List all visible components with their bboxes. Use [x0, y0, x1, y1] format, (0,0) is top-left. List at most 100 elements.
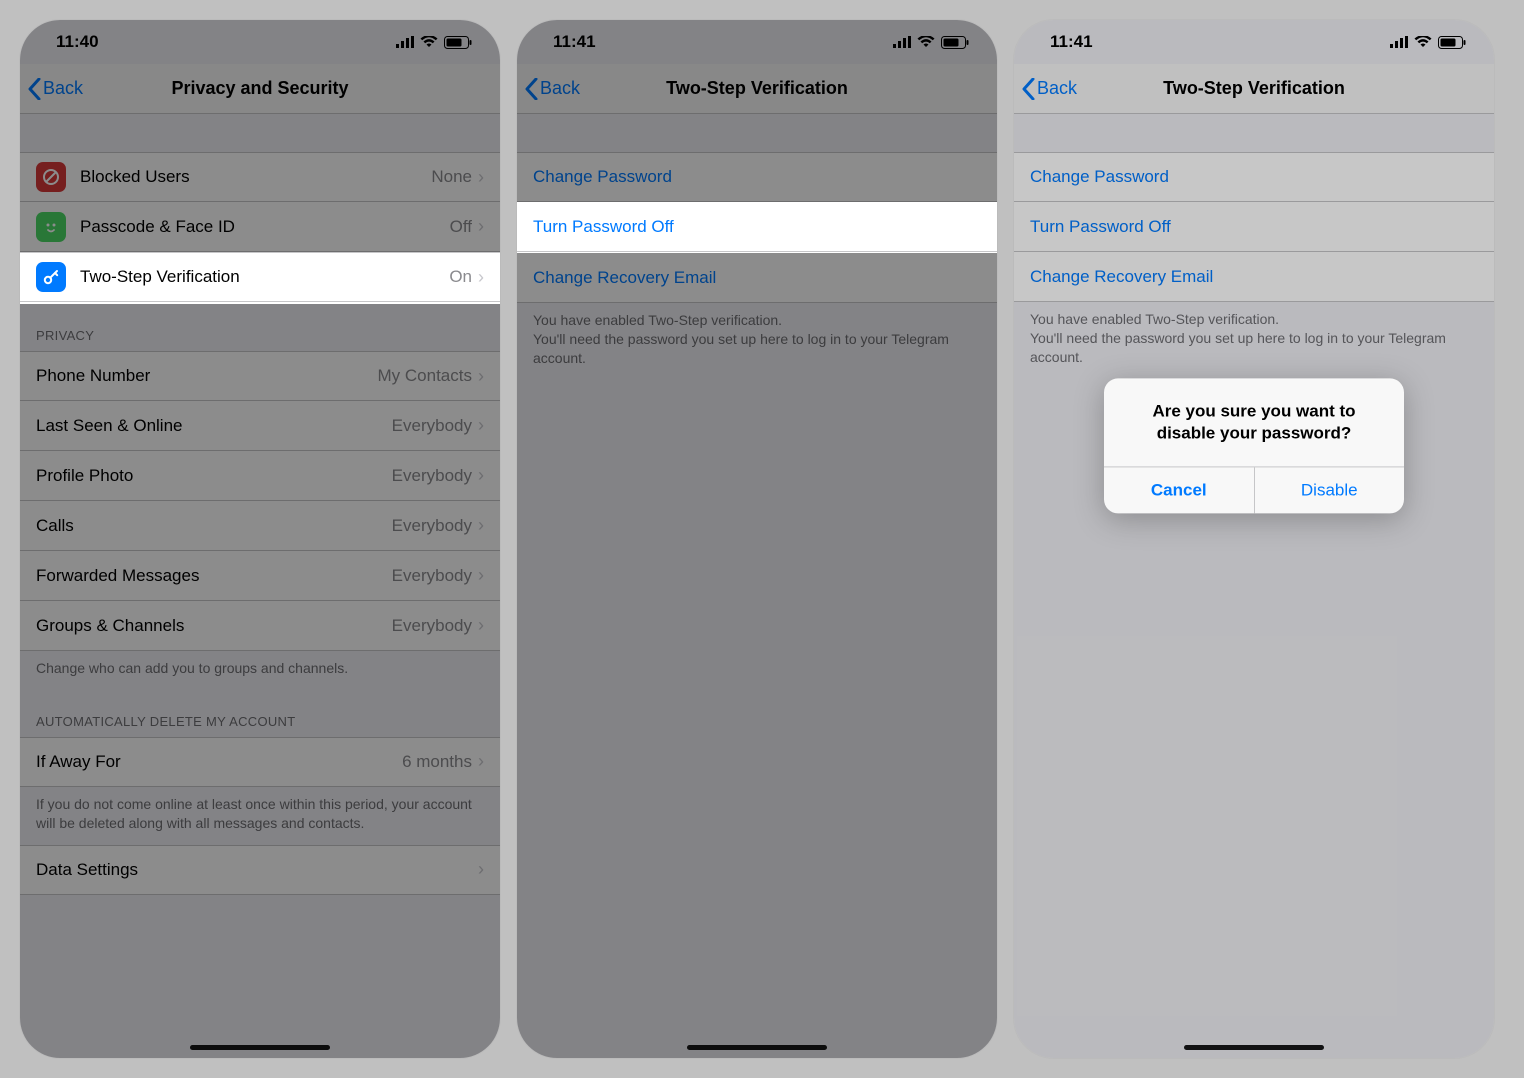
nav-bar: Back Two-Step Verification	[517, 64, 997, 114]
wifi-icon	[917, 36, 935, 48]
row-value: Everybody	[392, 416, 472, 436]
status-right	[396, 36, 472, 49]
row-label: Turn Password Off	[533, 217, 981, 237]
back-button[interactable]: Back	[525, 78, 580, 100]
row-label: Change Recovery Email	[1030, 267, 1478, 287]
row-label: Profile Photo	[36, 466, 392, 486]
back-button[interactable]: Back	[28, 78, 83, 100]
chevron-right-icon: ›	[478, 366, 484, 387]
row-data-settings[interactable]: Data Settings ›	[20, 845, 500, 895]
row-value: Everybody	[392, 616, 472, 636]
disable-button[interactable]: Disable	[1254, 467, 1405, 513]
chevron-right-icon: ›	[478, 415, 484, 436]
status-bar: 11:40	[20, 20, 500, 64]
home-indicator[interactable]	[190, 1045, 330, 1050]
row-value: Everybody	[392, 566, 472, 586]
content: Change Password Turn Password Off Change…	[1014, 114, 1494, 379]
row-label: Data Settings	[36, 860, 478, 880]
row-label: Last Seen & Online	[36, 416, 392, 436]
battery-icon	[444, 36, 472, 49]
page-title: Two-Step Verification	[1014, 78, 1494, 99]
chevron-right-icon: ›	[478, 267, 484, 288]
row-label: Passcode & Face ID	[80, 217, 450, 237]
chevron-right-icon: ›	[478, 515, 484, 536]
screen-privacy-security: 11:40 Back Privacy and Security Blocked …	[20, 20, 500, 1058]
row-value: Off	[450, 217, 472, 237]
row-label: Phone Number	[36, 366, 378, 386]
signal-icon	[1390, 36, 1408, 48]
confirm-disable-alert: Are you sure you want to disable your pa…	[1104, 378, 1404, 513]
nav-bar: Back Two-Step Verification	[1014, 64, 1494, 114]
chevron-left-icon	[525, 78, 538, 100]
privacy-footer: Change who can add you to groups and cha…	[20, 651, 500, 690]
chevron-right-icon: ›	[478, 565, 484, 586]
chevron-right-icon: ›	[478, 751, 484, 772]
screen-two-step-verification: 11:41 Back Two-Step Verification Change …	[517, 20, 997, 1058]
chevron-left-icon	[1022, 78, 1035, 100]
row-value: On	[449, 267, 472, 287]
row-if-away-for[interactable]: If Away For 6 months ›	[20, 737, 500, 787]
chevron-right-icon: ›	[478, 216, 484, 237]
row-change-recovery-email[interactable]: Change Recovery Email	[517, 253, 997, 303]
back-label: Back	[43, 78, 83, 99]
row-label: Turn Password Off	[1030, 217, 1478, 237]
signal-icon	[396, 36, 414, 48]
signal-icon	[893, 36, 911, 48]
status-time: 11:41	[553, 32, 596, 52]
wifi-icon	[420, 36, 438, 48]
row-blocked-users[interactable]: Blocked Users None ›	[20, 152, 500, 202]
blocked-icon	[36, 162, 66, 192]
home-indicator[interactable]	[687, 1045, 827, 1050]
row-groups-channels[interactable]: Groups & Channels Everybody ›	[20, 601, 500, 651]
row-turn-password-off[interactable]: Turn Password Off	[1014, 202, 1494, 252]
screen-two-step-alert: 11:41 Back Two-Step Verification Change …	[1014, 20, 1494, 1058]
row-change-recovery-email[interactable]: Change Recovery Email	[1014, 252, 1494, 302]
row-label: If Away For	[36, 752, 402, 772]
row-passcode-faceid[interactable]: Passcode & Face ID Off ›	[20, 202, 500, 252]
two-step-footer: You have enabled Two-Step verification. …	[517, 303, 997, 380]
status-bar: 11:41	[1014, 20, 1494, 64]
battery-icon	[1438, 36, 1466, 49]
section-header-privacy: PRIVACY	[20, 304, 500, 351]
row-phone-number[interactable]: Phone Number My Contacts ›	[20, 351, 500, 401]
row-change-password[interactable]: Change Password	[1014, 152, 1494, 202]
row-label: Two-Step Verification	[80, 267, 449, 287]
home-indicator[interactable]	[1184, 1045, 1324, 1050]
row-change-password[interactable]: Change Password	[517, 152, 997, 202]
row-label: Groups & Channels	[36, 616, 392, 636]
delete-footer: If you do not come online at least once …	[20, 787, 500, 845]
chevron-right-icon: ›	[478, 465, 484, 486]
row-label: Change Recovery Email	[533, 268, 981, 288]
chevron-left-icon	[28, 78, 41, 100]
row-value: None	[431, 167, 472, 187]
back-button[interactable]: Back	[1022, 78, 1077, 100]
wifi-icon	[1414, 36, 1432, 48]
row-last-seen[interactable]: Last Seen & Online Everybody ›	[20, 401, 500, 451]
chevron-right-icon: ›	[478, 167, 484, 188]
cancel-button[interactable]: Cancel	[1104, 467, 1254, 513]
chevron-right-icon: ›	[478, 615, 484, 636]
row-calls[interactable]: Calls Everybody ›	[20, 501, 500, 551]
row-profile-photo[interactable]: Profile Photo Everybody ›	[20, 451, 500, 501]
row-value: 6 months	[402, 752, 472, 772]
status-bar: 11:41	[517, 20, 997, 64]
row-value: My Contacts	[378, 366, 472, 386]
nav-bar: Back Privacy and Security	[20, 64, 500, 114]
two-step-footer: You have enabled Two-Step verification. …	[1014, 302, 1494, 379]
content: Change Password Turn Password Off Change…	[517, 114, 997, 380]
row-two-step-verification[interactable]: Two-Step Verification On ›	[20, 252, 500, 302]
back-label: Back	[540, 78, 580, 99]
row-label: Blocked Users	[80, 167, 431, 187]
battery-icon	[941, 36, 969, 49]
status-time: 11:40	[56, 32, 99, 52]
row-value: Everybody	[392, 466, 472, 486]
alert-buttons: Cancel Disable	[1104, 466, 1404, 513]
alert-message: Are you sure you want to disable your pa…	[1104, 378, 1404, 466]
status-time: 11:41	[1050, 32, 1093, 52]
row-label: Change Password	[1030, 167, 1478, 187]
row-forwarded-messages[interactable]: Forwarded Messages Everybody ›	[20, 551, 500, 601]
row-turn-password-off[interactable]: Turn Password Off	[517, 202, 997, 252]
key-icon	[36, 262, 66, 292]
status-right	[1390, 36, 1466, 49]
status-right	[893, 36, 969, 49]
